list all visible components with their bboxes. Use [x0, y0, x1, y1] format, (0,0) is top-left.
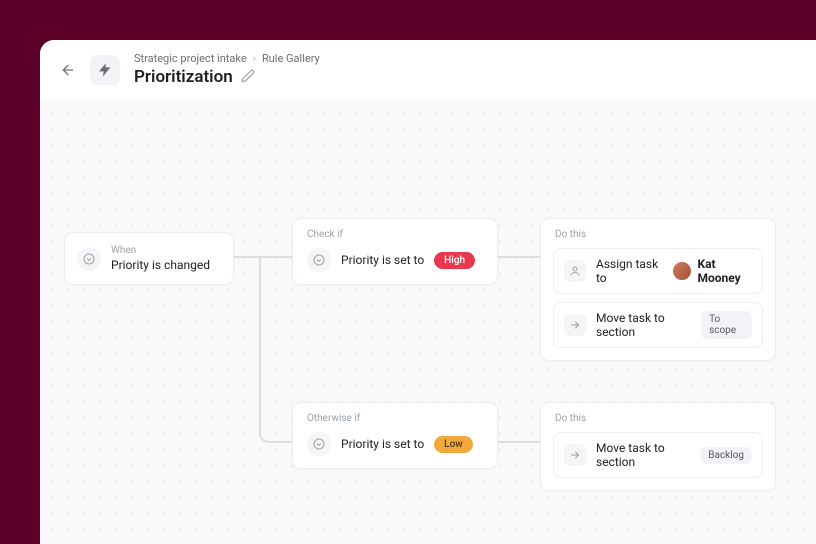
chevron-right-icon: › — [253, 52, 256, 65]
person-icon — [569, 265, 581, 277]
priority-icon — [307, 432, 331, 456]
action-assign[interactable]: Assign task to Kat Mooney — [553, 248, 763, 294]
section-chip: Backlog — [700, 447, 752, 464]
avatar — [673, 262, 691, 280]
rule-canvas[interactable]: When Priority is changed Check if Priori… — [40, 102, 816, 544]
app-window: Strategic project intake › Rule Gallery … — [40, 40, 816, 544]
action-text: Move task to section — [596, 311, 691, 339]
page-title: Prioritization — [134, 67, 233, 87]
condition-text: Priority is set to — [341, 437, 424, 451]
condition-text: Priority is set to — [341, 253, 424, 267]
condition-label: Check if — [293, 219, 497, 240]
condition-label: Otherwise if — [293, 403, 497, 424]
trigger-text: Priority is changed — [111, 258, 210, 272]
chevron-down-circle-icon — [83, 253, 95, 265]
actions-label: Do this — [541, 403, 775, 424]
rule-icon — [90, 55, 120, 85]
actions-node-high[interactable]: Do this Assign task to Kat Mooney Move t… — [540, 218, 776, 361]
breadcrumb-project[interactable]: Strategic project intake — [134, 52, 247, 65]
priority-pill-high: High — [434, 252, 475, 269]
action-move[interactable]: Move task to section Backlog — [553, 432, 763, 478]
breadcrumb-section[interactable]: Rule Gallery — [262, 52, 320, 65]
trigger-node[interactable]: When Priority is changed — [64, 232, 234, 285]
priority-pill-low: Low — [434, 436, 473, 453]
actions-label: Do this — [541, 219, 775, 240]
action-text: Move task to section — [596, 441, 690, 469]
chevron-down-circle-icon — [313, 254, 325, 266]
user-icon — [564, 260, 586, 282]
condition-node-high[interactable]: Check if Priority is set to High — [292, 218, 498, 285]
arrow-right-icon — [569, 319, 581, 331]
condition-node-low[interactable]: Otherwise if Priority is set to Low — [292, 402, 498, 469]
bolt-icon — [97, 62, 113, 78]
section-chip: To scope — [701, 311, 752, 339]
chevron-down-circle-icon — [313, 438, 325, 450]
priority-icon — [307, 248, 331, 272]
move-icon — [564, 314, 586, 336]
breadcrumb: Strategic project intake › Rule Gallery — [134, 52, 320, 65]
header: Strategic project intake › Rule Gallery … — [40, 40, 816, 102]
move-icon — [564, 444, 586, 466]
trigger-label: When — [111, 245, 210, 256]
back-button[interactable] — [60, 62, 76, 78]
arrow-right-icon — [569, 449, 581, 461]
actions-node-low[interactable]: Do this Move task to section Backlog — [540, 402, 776, 491]
action-move[interactable]: Move task to section To scope — [553, 302, 763, 348]
priority-icon — [77, 247, 101, 271]
arrow-left-icon — [60, 62, 76, 78]
assignee-name: Kat Mooney — [697, 257, 752, 285]
edit-title-button[interactable] — [241, 68, 255, 87]
pencil-icon — [241, 69, 255, 83]
action-text: Assign task to — [596, 257, 663, 285]
assignee: Kat Mooney — [673, 257, 752, 285]
